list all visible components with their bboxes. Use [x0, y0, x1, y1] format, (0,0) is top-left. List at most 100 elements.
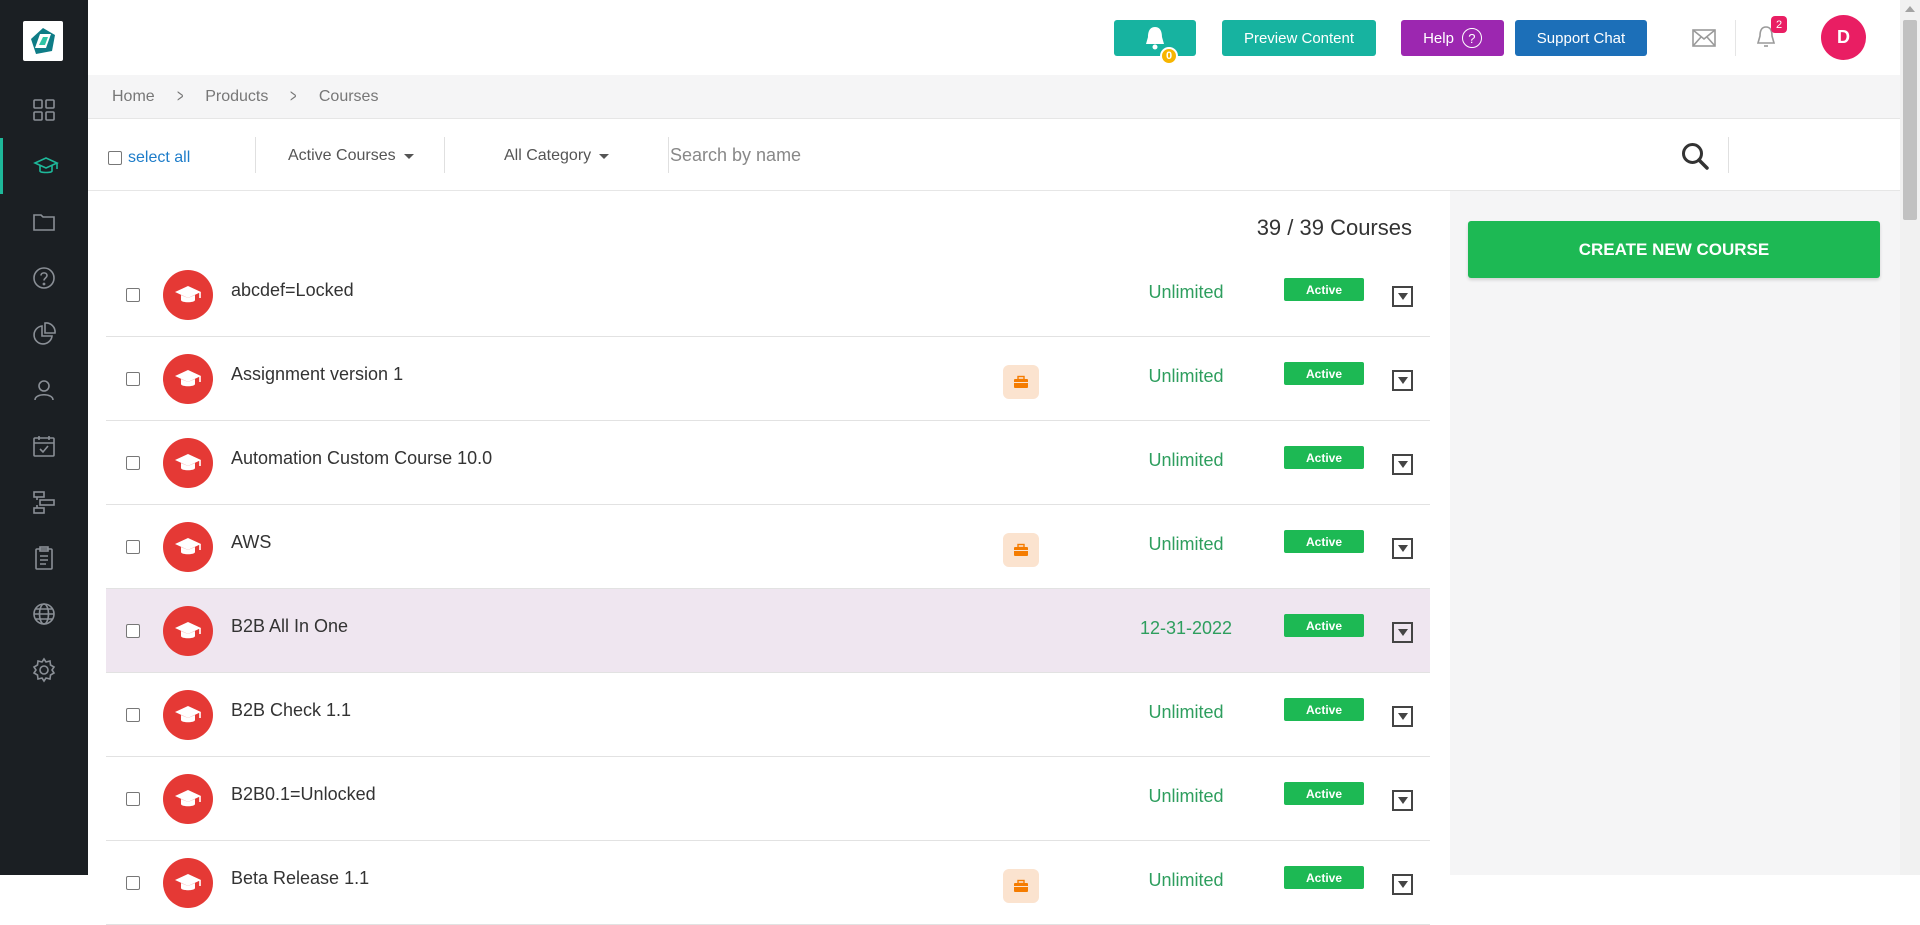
course-checkbox[interactable]: [126, 372, 140, 386]
sidebar-item-courses[interactable]: [0, 138, 88, 194]
globe-icon: [33, 603, 55, 625]
course-row[interactable]: abcdef=Locked Unlimited Active: [106, 253, 1430, 337]
select-all[interactable]: select all: [108, 149, 190, 167]
top-header: Preview Content Help ? Support Chat 0 2 …: [88, 0, 1900, 75]
course-checkbox[interactable]: [126, 792, 140, 806]
select-all-label[interactable]: select all: [128, 149, 190, 167]
sidebar-item-settings[interactable]: [0, 642, 88, 698]
caret-down-icon: [1397, 881, 1408, 888]
bell-count-badge: 0: [1160, 47, 1178, 65]
avatar[interactable]: D: [1821, 15, 1866, 60]
course-icon: [163, 354, 213, 404]
scroll-up-arrow-icon[interactable]: [1905, 6, 1915, 12]
category-filter-dropdown[interactable]: All Category: [504, 147, 610, 165]
select-all-checkbox[interactable]: [108, 151, 122, 165]
course-row[interactable]: Assignment version 1 Unlimited Active: [106, 337, 1430, 421]
course-name[interactable]: AWS: [231, 532, 271, 553]
caret-down-icon: [1397, 713, 1408, 720]
row-actions-dropdown[interactable]: [1392, 286, 1413, 307]
course-checkbox[interactable]: [126, 288, 140, 302]
course-checkbox[interactable]: [126, 540, 140, 554]
chevron-right-icon: >: [176, 86, 184, 106]
graduation-cap-icon: [175, 370, 201, 387]
caret-down-icon: [1397, 629, 1408, 636]
course-checkbox[interactable]: [126, 456, 140, 470]
course-name[interactable]: Automation Custom Course 10.0: [231, 448, 492, 469]
breadcrumb: Home > Products > Courses: [88, 75, 1900, 119]
sidebar-item-questions[interactable]: [0, 250, 88, 306]
help-button[interactable]: Help ?: [1401, 20, 1504, 56]
sidebar-item-website[interactable]: [0, 586, 88, 642]
gear-icon: [32, 657, 56, 683]
create-new-course-button[interactable]: CREATE NEW COURSE: [1468, 221, 1880, 278]
status-filter-dropdown[interactable]: Active Courses: [288, 147, 414, 165]
course-row[interactable]: Automation Custom Course 10.0 Unlimited Ac…: [106, 421, 1430, 505]
breadcrumb-products[interactable]: Products: [205, 88, 268, 106]
briefcase-icon: [1003, 533, 1039, 567]
row-actions-dropdown[interactable]: [1392, 790, 1413, 811]
sidebar-item-dashboard[interactable]: [0, 82, 88, 138]
briefcase-icon: [1003, 869, 1039, 903]
sidebar-item-structure[interactable]: [0, 474, 88, 530]
course-validity: Unlimited: [1148, 534, 1224, 554]
course-row[interactable]: B2B All In One 12-31-2022 Active: [106, 589, 1430, 673]
row-actions-dropdown[interactable]: [1392, 622, 1413, 643]
notification-badge: 2: [1771, 16, 1787, 33]
course-checkbox[interactable]: [126, 876, 140, 890]
course-checkbox[interactable]: [126, 708, 140, 722]
course-name[interactable]: Assignment version 1: [231, 364, 403, 385]
sidebar-item-files[interactable]: [0, 194, 88, 250]
graduation-cap-icon: [175, 286, 201, 303]
row-actions-dropdown[interactable]: [1392, 370, 1413, 391]
scrollbar-thumb[interactable]: [1903, 20, 1917, 220]
caret-down-icon: [403, 153, 414, 159]
caret-down-icon: [599, 153, 610, 159]
help-label: Help: [1423, 29, 1454, 47]
breadcrumb-home[interactable]: Home: [112, 88, 155, 106]
course-icon: [163, 522, 213, 572]
mail-icon[interactable]: [1691, 26, 1717, 50]
user-icon: [34, 380, 54, 401]
course-name[interactable]: B2B All In One: [231, 616, 348, 637]
course-name[interactable]: abcdef=Locked: [231, 280, 354, 301]
filter-divider: [444, 137, 445, 173]
course-row[interactable]: B2B Check 1.1 Unlimited Active: [106, 673, 1430, 757]
preview-content-button[interactable]: Preview Content: [1222, 20, 1376, 56]
course-name[interactable]: B2B Check 1.1: [231, 700, 351, 721]
right-panel: [1450, 191, 1900, 875]
filter-bar: select all Active Courses All Category: [88, 119, 1900, 191]
status-badge: Active: [1284, 446, 1364, 469]
graduation-cap-icon: [32, 157, 59, 174]
folder-icon: [33, 214, 55, 231]
status-badge: Active: [1284, 362, 1364, 385]
graduation-cap-icon: [175, 622, 201, 639]
search-input[interactable]: [670, 137, 1730, 173]
calendar-check-icon: [33, 436, 55, 457]
bell-button[interactable]: [1114, 20, 1196, 56]
support-chat-button[interactable]: Support Chat: [1515, 20, 1647, 56]
graduation-cap-icon: [175, 790, 201, 807]
question-icon: [33, 267, 55, 289]
course-row[interactable]: Beta Release 1.1 Unlimited Active: [106, 841, 1430, 925]
sidebar-item-events[interactable]: [0, 418, 88, 474]
row-actions-dropdown[interactable]: [1392, 454, 1413, 475]
course-name[interactable]: Beta Release 1.1: [231, 868, 369, 889]
course-row[interactable]: AWS Unlimited Active: [106, 505, 1430, 589]
course-icon: [163, 270, 213, 320]
sitemap-icon: [33, 491, 55, 514]
row-actions-dropdown[interactable]: [1392, 538, 1413, 559]
sidebar-item-assessments[interactable]: [0, 530, 88, 586]
logo-icon[interactable]: [23, 21, 63, 61]
sidebar-item-users[interactable]: [0, 362, 88, 418]
row-actions-dropdown[interactable]: [1392, 874, 1413, 895]
dashboard-icon: [33, 99, 55, 121]
course-row[interactable]: B2B0.1=Unlocked Unlimited Active: [106, 757, 1430, 841]
row-actions-dropdown[interactable]: [1392, 706, 1413, 727]
course-count: 39 / 39 Courses: [1256, 215, 1412, 240]
course-icon: [163, 438, 213, 488]
sidebar-item-reports[interactable]: [0, 306, 88, 362]
course-name[interactable]: B2B0.1=Unlocked: [231, 784, 376, 805]
status-badge: Active: [1284, 698, 1364, 721]
search-icon[interactable]: [1680, 141, 1710, 171]
course-checkbox[interactable]: [126, 624, 140, 638]
